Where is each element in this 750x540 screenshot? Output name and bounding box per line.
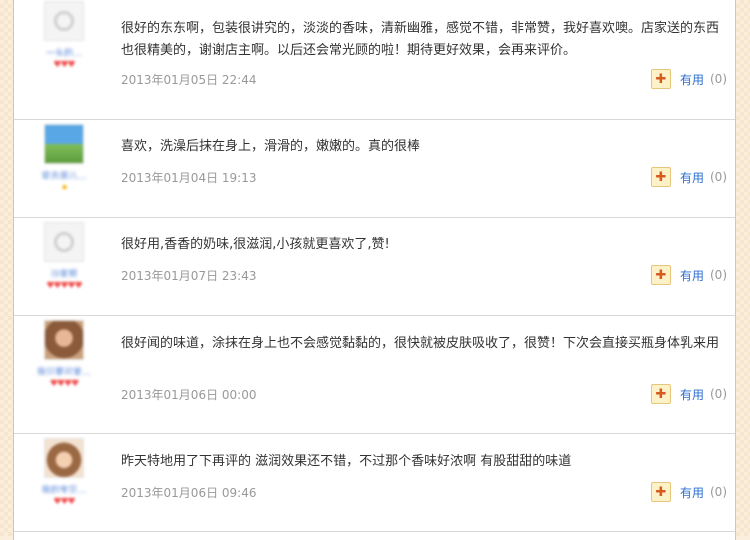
review-content: 很好用,香香的奶味,很滋润,小孩就更喜欢了,赞! bbox=[121, 237, 390, 252]
review-date: 2013年01月07日 23:43 bbox=[121, 269, 257, 283]
username-link[interactable]: 奕念哥儿… bbox=[36, 169, 92, 179]
user-rating-hearts: ♥♥♥♥♥ bbox=[46, 281, 82, 291]
gift-icon[interactable]: ✚ bbox=[650, 482, 671, 502]
useful-count: (0) bbox=[710, 387, 727, 401]
review-content: 很好闻的味道，涂抹在身上也不会感觉黏黏的，很快就被皮肤吸收了，很赞！下次会直接买… bbox=[121, 336, 720, 351]
useful-count: (0) bbox=[710, 268, 727, 282]
useful-vote: ✚ 有用 (0) bbox=[650, 265, 727, 285]
user-avatar[interactable] bbox=[44, 124, 84, 164]
username-link[interactable]: 沙家帮 bbox=[36, 267, 92, 277]
useful-vote: ✚ 有用 (0) bbox=[650, 482, 727, 502]
useful-count: (0) bbox=[710, 485, 727, 499]
user-avatar[interactable] bbox=[44, 1, 84, 41]
review-item: 沙家帮 ♥♥♥♥♥ 很好用,香香的奶味,很滋润,小孩就更喜欢了,赞! 2013年… bbox=[14, 217, 735, 316]
user-placeholder-icon bbox=[54, 232, 74, 252]
gift-icon[interactable]: ✚ bbox=[650, 265, 671, 285]
gift-icon[interactable]: ✚ bbox=[650, 167, 671, 187]
gift-icon[interactable]: ✚ bbox=[650, 69, 671, 89]
review-item: 我只要可爱… ♥♥♥♥ 很好闻的味道，涂抹在身上也不会感觉黏黏的，很快就被皮肤吸… bbox=[14, 315, 735, 434]
user-rating-hearts: ♥♥♥ bbox=[53, 497, 75, 507]
useful-button[interactable]: 有用 bbox=[680, 386, 704, 403]
useful-button[interactable]: 有用 bbox=[680, 484, 704, 501]
user-avatar[interactable] bbox=[44, 438, 84, 478]
review-item: 一头的… ♥♥♥ 很好的东东啊，包装很讲究的，淡淡的香味，清新幽雅，感觉不错，非… bbox=[14, 0, 735, 120]
username-link[interactable]: 我只要可爱… bbox=[36, 365, 92, 375]
user-avatar[interactable] bbox=[44, 320, 84, 360]
review-date: 2013年01月06日 00:00 bbox=[121, 388, 257, 402]
useful-vote: ✚ 有用 (0) bbox=[650, 69, 727, 89]
username-link[interactable]: 我的宝贝… bbox=[36, 483, 92, 493]
user-avatar[interactable] bbox=[44, 222, 84, 262]
review-list: 一头的… ♥♥♥ 很好的东东啊，包装很讲究的，淡淡的香味，清新幽雅，感觉不错，非… bbox=[13, 0, 736, 540]
useful-button[interactable]: 有用 bbox=[680, 71, 704, 88]
review-date: 2013年01月04日 19:13 bbox=[121, 171, 257, 185]
user-placeholder-icon bbox=[54, 11, 74, 31]
review-item: 我的宝贝… ♥♥♥ 昨天特地用了下再评的 滋润效果还不错，不过那个香味好浓啊 有… bbox=[14, 433, 735, 532]
review-content: 喜欢，洗澡后抹在身上，滑滑的，嫩嫩的。真的很棒 bbox=[121, 139, 421, 154]
user-rating-hearts: ♥♥♥ bbox=[53, 60, 75, 70]
review-item: 奕念哥儿… ★ 喜欢，洗澡后抹在身上，滑滑的，嫩嫩的。真的很棒 2013年01月… bbox=[14, 119, 735, 218]
review-content: 昨天特地用了下再评的 滋润效果还不错，不过那个香味好浓啊 有股甜甜的味道 bbox=[121, 454, 572, 469]
useful-count: (0) bbox=[710, 170, 727, 184]
review-date: 2013年01月06日 09:46 bbox=[121, 486, 257, 500]
useful-vote: ✚ 有用 (0) bbox=[650, 384, 727, 404]
useful-button[interactable]: 有用 bbox=[680, 267, 704, 284]
useful-count: (0) bbox=[710, 72, 727, 86]
username-link[interactable]: 一头的… bbox=[36, 46, 92, 56]
review-date: 2013年01月05日 22:44 bbox=[121, 73, 257, 87]
user-rating-hearts: ♥♥♥♥ bbox=[49, 379, 79, 389]
review-content: 很好的东东啊，包装很讲究的，淡淡的香味，清新幽雅，感觉不错，非常赞，我好喜欢噢。… bbox=[121, 21, 720, 58]
gift-icon[interactable]: ✚ bbox=[650, 384, 671, 404]
useful-button[interactable]: 有用 bbox=[680, 169, 704, 186]
useful-vote: ✚ 有用 (0) bbox=[650, 167, 727, 187]
user-rating-badge: ★ bbox=[60, 183, 68, 193]
